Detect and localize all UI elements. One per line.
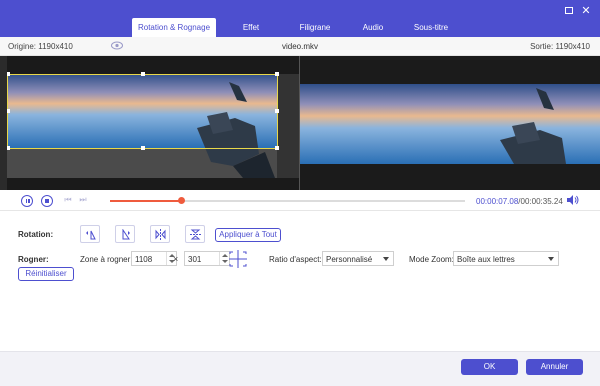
- tab-bar: Rotation & Rognage Effet Filigrane Audio…: [132, 18, 460, 37]
- flip-horizontal-button[interactable]: [150, 225, 170, 243]
- total-time: 00:00:35.24: [520, 197, 563, 206]
- video-info-bar: Origine: 1190x410 video.mkv Sortie: 1190…: [0, 37, 600, 56]
- rotate-right-icon: [122, 229, 130, 240]
- original-preview[interactable]: [7, 56, 299, 190]
- zoom-mode-select[interactable]: Boîte aux lettres: [453, 251, 559, 266]
- pause-button[interactable]: [21, 195, 33, 207]
- file-name: video.mkv: [281, 42, 318, 51]
- skip-next-icon[interactable]: ⏭: [78, 195, 88, 205]
- rotation-label: Rotation:: [18, 230, 54, 239]
- playback-bar: ⏮ ⏭ 00:00:07.08/00:00:35.24: [0, 190, 600, 211]
- crop-height-value: 301: [188, 255, 202, 264]
- aspect-ratio-select[interactable]: Personnalisé: [322, 251, 394, 266]
- skip-previous-icon[interactable]: ⏮: [63, 195, 73, 205]
- tab-subtitle[interactable]: Sous-titre: [402, 18, 460, 37]
- maximize-button[interactable]: [562, 5, 576, 17]
- tab-effect[interactable]: Effet: [216, 18, 286, 37]
- crop-width-stepper[interactable]: 1108: [131, 251, 177, 266]
- progress-track[interactable]: [110, 197, 465, 204]
- progress-knob[interactable]: [178, 197, 185, 204]
- tab-rotation-crop[interactable]: Rotation & Rognage: [132, 18, 216, 37]
- chevron-down-icon: [548, 257, 554, 261]
- aspect-ratio-value: Personnalisé: [326, 255, 373, 264]
- zoom-mode-label: Mode Zoom:: [409, 255, 454, 264]
- reset-button[interactable]: Réinitialiser: [18, 267, 74, 281]
- tab-watermark[interactable]: Filigrane: [286, 18, 344, 37]
- dialog-footer: OK Annuler: [0, 351, 600, 386]
- tab-audio[interactable]: Audio: [344, 18, 402, 37]
- volume-icon[interactable]: [567, 195, 579, 205]
- stop-button[interactable]: [41, 195, 53, 207]
- preview-area: [0, 56, 600, 190]
- ok-button[interactable]: OK: [461, 359, 518, 375]
- time-display: 00:00:07.08/00:00:35.24: [476, 197, 563, 206]
- flip-vertical-button[interactable]: [185, 225, 205, 243]
- flip-vertical-icon: [190, 229, 201, 240]
- center-crop-icon[interactable]: [227, 249, 249, 269]
- aspect-ratio-label: Ratio d'aspect:: [269, 255, 322, 264]
- rotate-right-button[interactable]: [115, 225, 135, 243]
- crop-height-stepper[interactable]: 301: [184, 251, 230, 266]
- output-resolution: Sortie: 1190x410: [530, 42, 590, 51]
- crop-width-value: 1108: [135, 255, 153, 264]
- chevron-down-icon: [383, 257, 389, 261]
- flip-horizontal-icon: [155, 229, 166, 240]
- original-frame-image: [7, 56, 299, 190]
- title-bar: Rotation & Rognage Effet Filigrane Audio…: [0, 0, 600, 37]
- crop-label: Rogner:: [18, 255, 49, 264]
- video-editor-window: Rotation & Rognage Effet Filigrane Audio…: [0, 0, 600, 386]
- current-time: 00:00:07.08: [476, 197, 519, 206]
- multiply-sign: ×: [173, 254, 179, 264]
- close-icon: ✕: [581, 5, 591, 17]
- controls-panel: Rotation: Appliquer à Tout Rogner: Zone …: [0, 211, 600, 351]
- maximize-icon: [565, 7, 573, 14]
- cancel-button[interactable]: Annuler: [526, 359, 583, 375]
- close-button[interactable]: ✕: [579, 5, 593, 17]
- zoom-mode-value: Boîte aux lettres: [457, 255, 515, 264]
- rotate-left-button[interactable]: [80, 225, 100, 243]
- apply-to-all-button[interactable]: Appliquer à Tout: [215, 228, 281, 242]
- rotate-left-icon: [86, 230, 96, 240]
- crop-zone-label: Zone à rogner:: [80, 255, 133, 264]
- output-preview: [300, 56, 600, 190]
- output-frame-image: [300, 56, 600, 190]
- progress-fill: [110, 200, 181, 202]
